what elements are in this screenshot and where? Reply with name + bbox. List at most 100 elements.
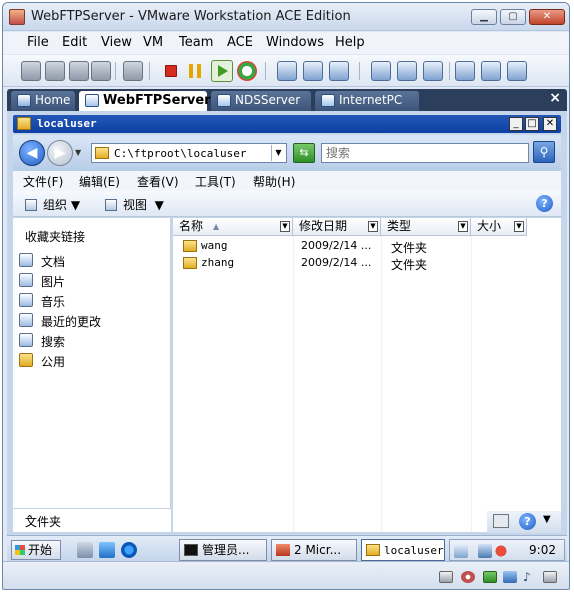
- minimize-button[interactable]: ▁: [471, 9, 497, 25]
- guest-display[interactable]: localuser _ □ ✕ ◀ ▶ ▼ C:\ftproot\localus…: [7, 111, 567, 561]
- address-field[interactable]: C:\ftproot\localuser ▼: [91, 143, 287, 163]
- snapshot-manager-icon[interactable]: [329, 61, 349, 81]
- search-button[interactable]: ⚲: [533, 141, 555, 163]
- hard-disk-icon[interactable]: [439, 571, 453, 583]
- show-sidebar-icon[interactable]: [371, 61, 391, 81]
- search-field[interactable]: [321, 143, 529, 163]
- explorer-menu-help[interactable]: 帮助(H): [253, 173, 295, 190]
- fullscreen-icon[interactable]: [397, 61, 417, 81]
- column-size[interactable]: 大小 ▼: [471, 218, 527, 236]
- explorer-minimize-button[interactable]: _: [509, 117, 523, 131]
- menu-team[interactable]: Team: [179, 35, 213, 50]
- stop-icon[interactable]: [165, 65, 177, 77]
- link-label: 搜索: [41, 335, 66, 349]
- system-tray: 9:02: [449, 539, 565, 561]
- organize-icon: [25, 199, 37, 211]
- play-icon[interactable]: [211, 60, 233, 82]
- task-microsoft-group[interactable]: 2 Micr...: [271, 539, 357, 561]
- program-group-icon: [276, 544, 290, 556]
- help-icon[interactable]: ?: [519, 513, 536, 530]
- forward-button[interactable]: ▶: [47, 140, 73, 166]
- chevron-down-icon[interactable]: ▼: [543, 514, 551, 525]
- organize-button[interactable]: 组织 ▼: [25, 196, 80, 213]
- table-row[interactable]: wang 2009/2/14 ... 文件夹: [173, 238, 561, 255]
- help-icon[interactable]: ?: [536, 195, 553, 212]
- explorer-address-bar: ◀ ▶ ▼ C:\ftproot\localuser ▼ ⇆ ⚲: [13, 135, 561, 171]
- task-localuser[interactable]: localuser: [361, 539, 445, 561]
- table-row[interactable]: zhang 2009/2/14 ... 文件夹: [173, 255, 561, 272]
- maximize-button[interactable]: ▢: [500, 9, 526, 25]
- folders-toggle[interactable]: 文件夹 ⌃: [13, 508, 171, 532]
- usb-icon[interactable]: [503, 571, 517, 583]
- snapshot-icon[interactable]: [123, 61, 143, 81]
- column-label: 名称: [179, 219, 204, 233]
- column-name[interactable]: 名称 ▲ ▼: [173, 218, 293, 236]
- menu-vm[interactable]: VM: [143, 35, 163, 50]
- column-filter-dropdown[interactable]: ▼: [368, 221, 378, 232]
- menu-help[interactable]: Help: [335, 35, 365, 50]
- suspend-icon[interactable]: [69, 61, 89, 81]
- sound-icon[interactable]: ♪: [523, 571, 537, 583]
- reset-icon[interactable]: [91, 61, 111, 81]
- take-snapshot-icon[interactable]: [277, 61, 297, 81]
- close-button[interactable]: ✕: [529, 9, 565, 25]
- explorer-close-button[interactable]: ✕: [543, 117, 557, 131]
- column-type[interactable]: 类型 ▼: [381, 218, 471, 236]
- row-date: 2009/2/14 ...: [301, 239, 372, 252]
- menu-ace[interactable]: ACE: [227, 35, 253, 50]
- back-button[interactable]: ◀: [19, 140, 45, 166]
- cd-rom-icon[interactable]: [461, 571, 475, 583]
- restart-icon[interactable]: [237, 61, 257, 81]
- search-input[interactable]: [322, 144, 528, 162]
- vm-titlebar: WebFTPServer - VMware Workstation ACE Ed…: [3, 3, 569, 31]
- console-view-icon[interactable]: [507, 61, 527, 81]
- network-icon[interactable]: [99, 542, 115, 558]
- go-button[interactable]: ⇆: [293, 143, 315, 163]
- tab-webftpserver[interactable]: WebFTPServer: [79, 91, 211, 111]
- views-button[interactable]: 视图 ▼: [105, 196, 164, 213]
- power-on-icon[interactable]: [45, 61, 65, 81]
- network-status-icon[interactable]: [454, 544, 468, 558]
- explorer-menu-file[interactable]: 文件(F): [23, 173, 63, 190]
- volume-muted-icon[interactable]: [494, 544, 508, 558]
- start-button[interactable]: 开始: [11, 540, 61, 560]
- explorer-menu-tools[interactable]: 工具(T): [195, 173, 236, 190]
- explorer-menu-view[interactable]: 查看(V): [137, 173, 179, 190]
- explorer-menu-edit[interactable]: 编辑(E): [79, 173, 120, 190]
- internet-explorer-icon[interactable]: [121, 542, 137, 558]
- revert-snapshot-icon[interactable]: [303, 61, 323, 81]
- language-bar: ? ▼: [487, 511, 561, 533]
- toolbar-separator: [115, 62, 116, 80]
- menu-edit[interactable]: Edit: [62, 35, 87, 50]
- start-label: 开始: [28, 543, 53, 557]
- folder-icon: [17, 117, 31, 130]
- connection-icon[interactable]: [478, 544, 492, 558]
- column-date-modified[interactable]: 修改日期 ▼: [293, 218, 381, 236]
- pause-icon[interactable]: [189, 64, 201, 78]
- explorer-maximize-button[interactable]: □: [525, 117, 539, 131]
- keyboard-icon[interactable]: [493, 514, 509, 528]
- tab-internetpc[interactable]: InternetPC: [315, 91, 419, 111]
- tab-ndsserver[interactable]: NDSServer: [211, 91, 311, 111]
- column-filter-dropdown[interactable]: ▼: [458, 221, 468, 232]
- tab-home[interactable]: Home: [11, 91, 75, 111]
- quick-switch-icon[interactable]: [423, 61, 443, 81]
- link-label: 最近的更改: [41, 315, 102, 329]
- menu-windows[interactable]: Windows: [266, 35, 324, 50]
- menu-file[interactable]: File: [27, 35, 49, 50]
- views-label: 视图: [123, 198, 148, 212]
- column-filter-dropdown[interactable]: ▼: [514, 221, 524, 232]
- close-tab-icon[interactable]: ×: [549, 90, 561, 106]
- address-dropdown[interactable]: ▼: [271, 145, 285, 161]
- task-administrator-cmd[interactable]: 管理员...: [179, 539, 267, 561]
- power-off-icon[interactable]: [21, 61, 41, 81]
- column-filter-dropdown[interactable]: ▼: [280, 221, 290, 232]
- message-log-icon[interactable]: [543, 571, 557, 583]
- network-adapter-icon[interactable]: [483, 571, 497, 583]
- show-console-icon[interactable]: [455, 61, 475, 81]
- show-desktop-icon[interactable]: [77, 542, 93, 558]
- row-name: zhang: [201, 256, 235, 269]
- summary-view-icon[interactable]: [481, 61, 501, 81]
- recent-pages-dropdown[interactable]: ▼: [75, 148, 81, 157]
- menu-view[interactable]: View: [101, 35, 132, 50]
